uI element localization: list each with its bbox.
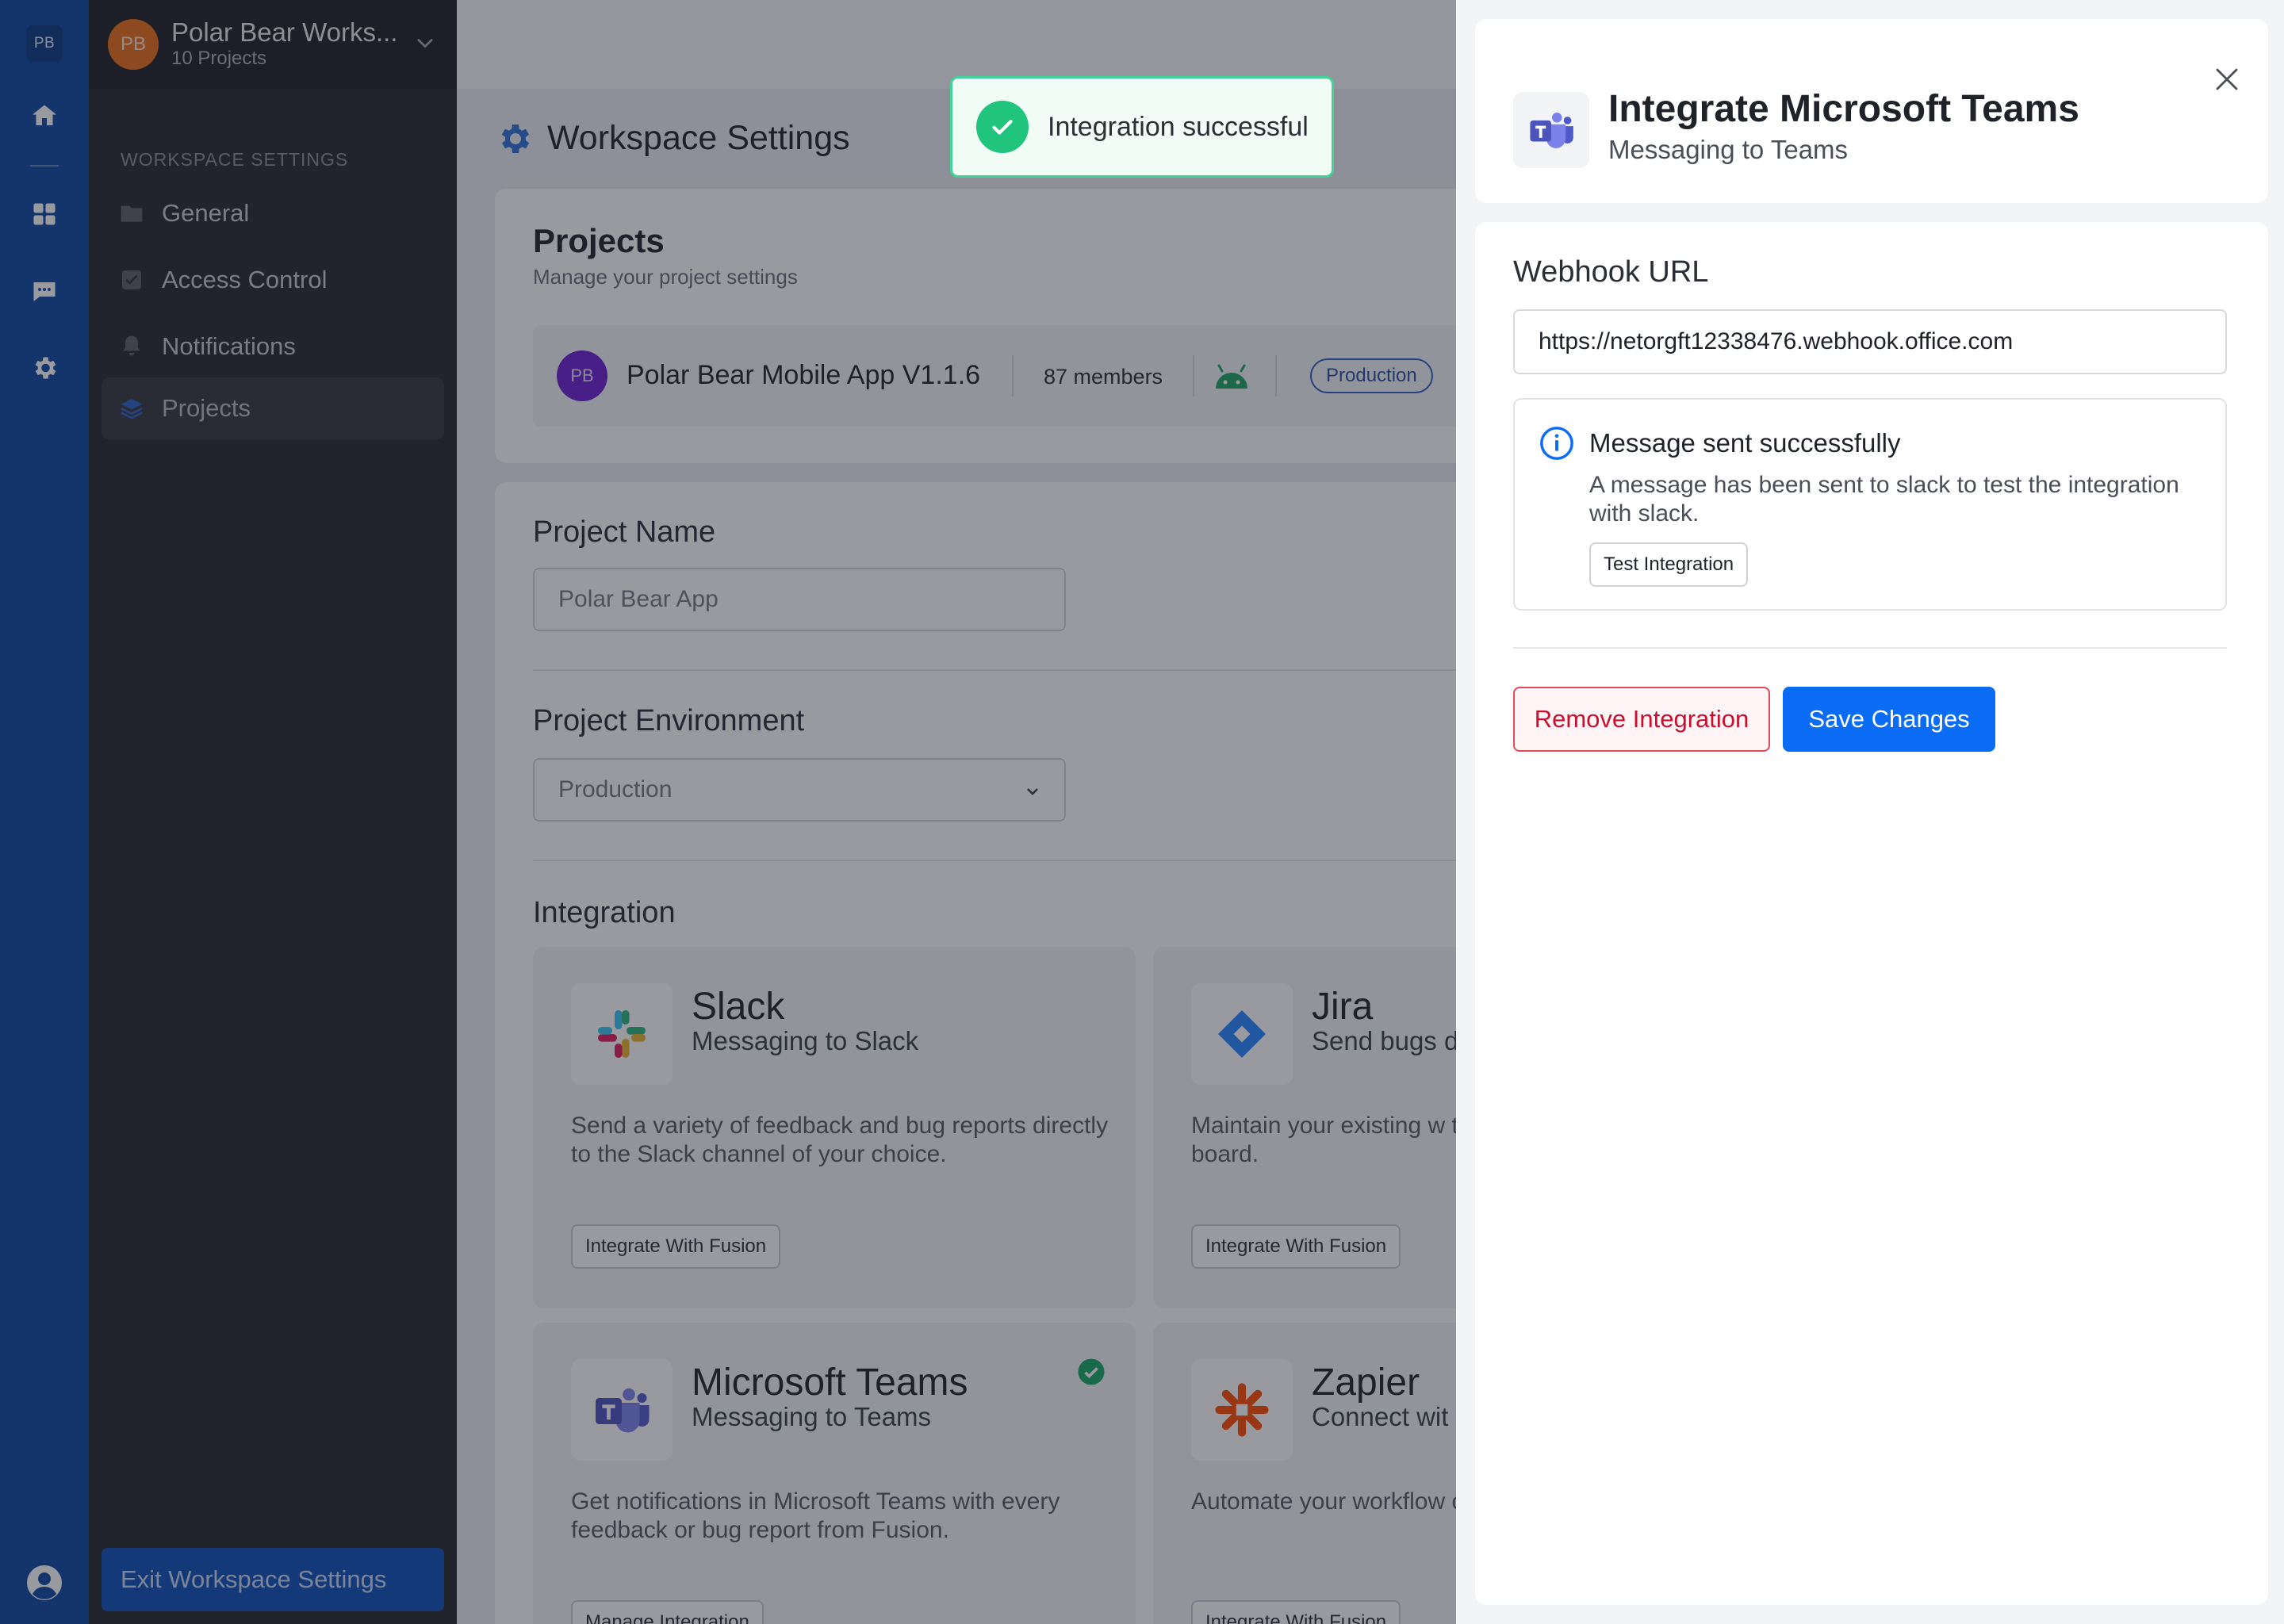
info-text: A message has been sent to slack to test… [1589,472,2179,527]
panel-body: Webhook URL Message sent successfully A … [1475,222,2268,1605]
microsoft-teams-icon [1513,92,1589,168]
panel-subtitle: Messaging to Teams [1608,135,1849,164]
remove-integration-button[interactable]: Remove Integration [1513,687,1770,752]
info-icon [1539,425,1575,462]
webhook-url-label: Webhook URL [1513,255,1709,289]
test-result-box: Message sent successfully A message has … [1513,398,2227,611]
integration-side-panel: Integrate Microsoft Teams Messaging to T… [1456,0,2284,1624]
webhook-url-input[interactable] [1513,309,2227,374]
test-integration-button[interactable]: Test Integration [1589,542,1749,587]
modal-backdrop[interactable] [0,0,1456,1624]
toast-message: Integration successful [1048,111,1309,142]
success-toast: Integration successful [950,76,1334,178]
save-changes-button[interactable]: Save Changes [1783,687,1995,752]
divider [1513,647,2227,649]
panel-title: Integrate Microsoft Teams [1608,88,2079,130]
panel-header: Integrate Microsoft Teams Messaging to T… [1475,19,2268,203]
close-icon[interactable] [2203,56,2251,103]
check-circle-icon [976,101,1029,153]
info-title: Message sent successfully [1589,428,1901,458]
